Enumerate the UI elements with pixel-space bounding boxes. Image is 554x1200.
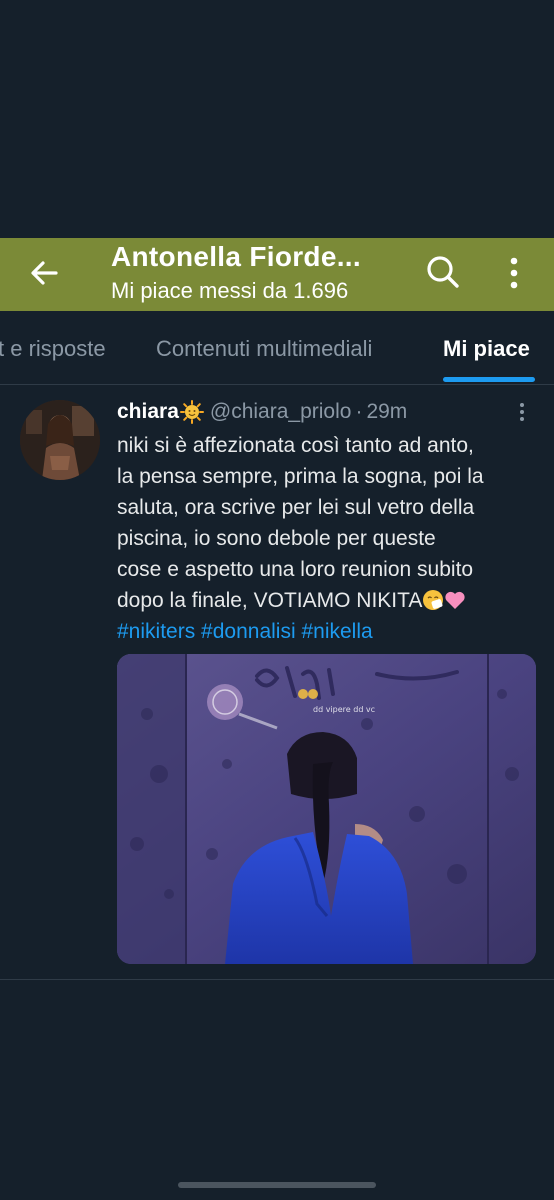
- sneezing-face-icon: [422, 589, 444, 611]
- photo-of-woman-writing-on-glass: dd vipere dd vc: [117, 654, 536, 964]
- tweet-text-line: niki si è affezionata così tanto ad anto…: [117, 434, 474, 457]
- avatar[interactable]: [20, 400, 100, 480]
- home-indicator[interactable]: [178, 1182, 376, 1188]
- sun-with-face-icon: [179, 400, 204, 424]
- tweet-timestamp[interactable]: 29m: [366, 400, 407, 424]
- hashtag-link[interactable]: #donnalisi: [201, 620, 296, 643]
- active-tab-indicator: [443, 377, 535, 382]
- tweet-text: niki si è affezionata così tanto ad anto…: [117, 430, 541, 647]
- media-watermark-caption: dd vipere dd vc: [313, 705, 375, 714]
- tweet-text-line: saluta, ora scrive per lei sul vetro del…: [117, 496, 475, 519]
- status-area: [0, 0, 554, 238]
- user-photo-icon: [20, 400, 100, 480]
- tab-media[interactable]: Contenuti multimediali: [156, 336, 372, 362]
- tweet-text-line: la pensa sempre, prima la sogna, poi la: [117, 465, 484, 488]
- more-vertical-icon: [520, 403, 524, 421]
- likes-count-subtitle: Mi piace messi da 1.696: [111, 278, 349, 303]
- arrow-left-icon: [31, 261, 58, 285]
- more-vertical-icon: [510, 257, 518, 289]
- profile-tabs: t e risposte Contenuti multimediali Mi p…: [0, 311, 554, 385]
- hashtag-link[interactable]: #nikella: [301, 620, 372, 643]
- tweet-text-line: cose e aspetto una loro reunion subito: [117, 558, 474, 581]
- meta-separator: ·: [355, 400, 363, 423]
- search-icon: [427, 256, 459, 288]
- profile-header: Antonella Fiorde... Mi piace messi da 1.…: [0, 238, 554, 311]
- author-handle[interactable]: @chiara_priolo: [210, 400, 352, 424]
- tweet-text-line: piscina, io sono debole per queste: [117, 527, 436, 550]
- pink-heart-icon: [444, 589, 466, 611]
- profile-name-title: Antonella Fiorde...: [111, 241, 361, 272]
- tweet-text-line: dopo la finale, VOTIAMO NIKITA: [117, 589, 423, 612]
- back-button[interactable]: [26, 255, 62, 291]
- search-button[interactable]: [424, 253, 462, 291]
- hashtags-line: #nikiters #donnalisi #nikella: [117, 616, 541, 647]
- hashtag-link[interactable]: #nikiters: [117, 620, 195, 643]
- tweet-media-image[interactable]: dd vipere dd vc: [117, 654, 536, 964]
- tab-replies[interactable]: t e risposte: [0, 336, 106, 362]
- tab-likes[interactable]: Mi piace: [443, 336, 530, 362]
- author-name[interactable]: chiara: [117, 400, 179, 424]
- tweet-card[interactable]: chiara @chiara_priolo · 29m niki si è af…: [0, 386, 554, 980]
- more-options-button[interactable]: [496, 253, 532, 293]
- tweet-header: chiara @chiara_priolo · 29m: [117, 400, 407, 424]
- tweet-text-last-line: dopo la finale, VOTIAMO NIKITA: [117, 585, 541, 616]
- tweet-more-button[interactable]: [510, 400, 534, 424]
